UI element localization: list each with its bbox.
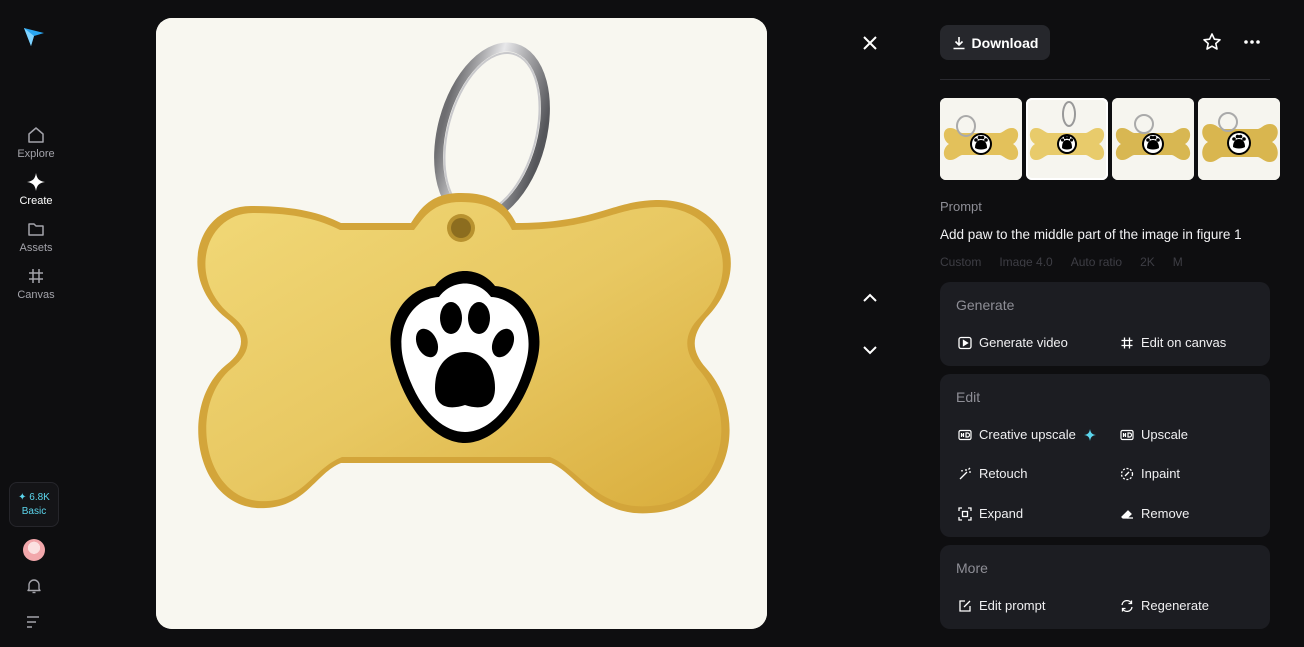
plan-label: Basic (21, 506, 47, 517)
sparkle-icon (1083, 428, 1096, 441)
sparkle-icon (27, 173, 45, 191)
prompt-label: Prompt (940, 199, 982, 214)
meta-resolution: 2K (1140, 255, 1155, 267)
folder-icon (28, 223, 44, 236)
more-card: More Edit prompt Regenerate (940, 545, 1270, 629)
nav-label: Assets (19, 242, 53, 254)
nav-label: Explore (17, 148, 55, 160)
hash-icon (29, 269, 43, 283)
action-label: Retouch (979, 466, 1028, 481)
action-label: Regenerate (1141, 598, 1209, 613)
action-label: Remove (1141, 506, 1190, 521)
meta-model: Custom (940, 255, 982, 267)
edit-card: Edit Creative upscale Upscale Retouch In… (940, 374, 1270, 537)
action-label: Upscale (1141, 427, 1188, 442)
left-rail: Explore Create Assets Canvas ✦ 6.8K Basi… (0, 0, 72, 647)
prompt-text: Add paw to the middle part of the image … (940, 227, 1242, 242)
meta-ratio: Auto ratio (1070, 255, 1123, 267)
generate-video-button[interactable]: Generate video (958, 335, 1068, 350)
thumbnail[interactable] (1112, 98, 1194, 180)
nav-assets[interactable]: Assets (0, 219, 72, 254)
hd-icon (1120, 429, 1134, 440)
regenerate-button[interactable]: Regenerate (1120, 598, 1209, 613)
action-label: Edit prompt (979, 598, 1046, 613)
nav-label: Create (19, 195, 53, 207)
action-label: Edit on canvas (1141, 335, 1227, 350)
logo-icon[interactable] (22, 24, 46, 48)
thumbnail[interactable] (1198, 98, 1280, 180)
nav-explore[interactable]: Explore (0, 125, 72, 160)
thumbnail-image (1112, 98, 1194, 180)
thumbnail-image (1198, 98, 1280, 180)
remove-button[interactable]: Remove (1120, 506, 1189, 521)
meta-version: Image 4.0 (999, 255, 1053, 267)
download-button[interactable]: Download (940, 25, 1050, 60)
upscale-button[interactable]: Upscale (1120, 427, 1188, 442)
divider (940, 79, 1270, 80)
app-root: Explore Create Assets Canvas ✦ 6.8K Basi… (0, 0, 1304, 647)
refresh-icon (1121, 599, 1133, 612)
credits-amount: ✦ 6.8K (18, 492, 50, 503)
creative-upscale-button[interactable]: Creative upscale (958, 427, 1097, 442)
edit-on-canvas-button[interactable]: Edit on canvas (1120, 335, 1226, 350)
expand-button[interactable]: Expand (958, 506, 1023, 521)
generate-title: Generate (956, 297, 1015, 313)
credits-badge[interactable]: ✦ 6.8K Basic (9, 482, 59, 527)
action-label: Creative upscale (979, 427, 1076, 442)
edit-prompt-icon (959, 599, 971, 612)
variation-thumbnails (940, 98, 1280, 180)
edit-title: Edit (956, 389, 981, 405)
thumbnail[interactable] (940, 98, 1022, 180)
thumbnail-selected[interactable] (1026, 98, 1108, 180)
thumbnail-image (940, 98, 1022, 180)
generated-image (156, 18, 767, 629)
star-icon[interactable] (1202, 32, 1222, 52)
nav-create[interactable]: Create (0, 172, 72, 207)
image-viewer[interactable] (156, 18, 767, 629)
inpaint-icon (1120, 467, 1134, 480)
details-panel: Download Prompt Add paw to the middle pa… (940, 0, 1280, 647)
play-icon (958, 336, 972, 349)
magic-wand-icon (959, 467, 971, 479)
hash-icon (1121, 337, 1133, 348)
generation-meta: Custom Image 4.0 Auto ratio 2K 2K M (940, 255, 1270, 267)
edit-prompt-button[interactable]: Edit prompt (958, 598, 1045, 613)
eraser-icon (1121, 509, 1133, 519)
retouch-button[interactable]: Retouch (958, 466, 1027, 481)
meta-mode: M (1172, 255, 1183, 267)
menu-icon[interactable] (26, 615, 42, 629)
inpaint-button[interactable]: Inpaint (1120, 466, 1180, 481)
download-icon (953, 36, 965, 49)
more-title: More (956, 560, 988, 576)
more-options-icon[interactable] (1242, 32, 1262, 52)
chevron-up-icon[interactable] (858, 286, 882, 310)
action-label: Inpaint (1141, 466, 1181, 481)
nav-canvas[interactable]: Canvas (0, 266, 72, 301)
thumbnail-image (1026, 98, 1108, 180)
expand-icon (958, 506, 972, 521)
generate-card: Generate Generate video Edit on canvas (940, 282, 1270, 366)
action-label: Generate video (979, 335, 1068, 350)
close-icon[interactable] (858, 31, 882, 55)
home-icon (28, 127, 44, 143)
action-label: Expand (979, 506, 1024, 521)
download-label: Download (971, 34, 1039, 51)
avatar[interactable] (23, 539, 45, 561)
hd-icon (958, 429, 972, 440)
chevron-down-icon[interactable] (858, 338, 882, 362)
bell-icon[interactable] (25, 577, 43, 595)
nav-label: Canvas (17, 289, 55, 301)
